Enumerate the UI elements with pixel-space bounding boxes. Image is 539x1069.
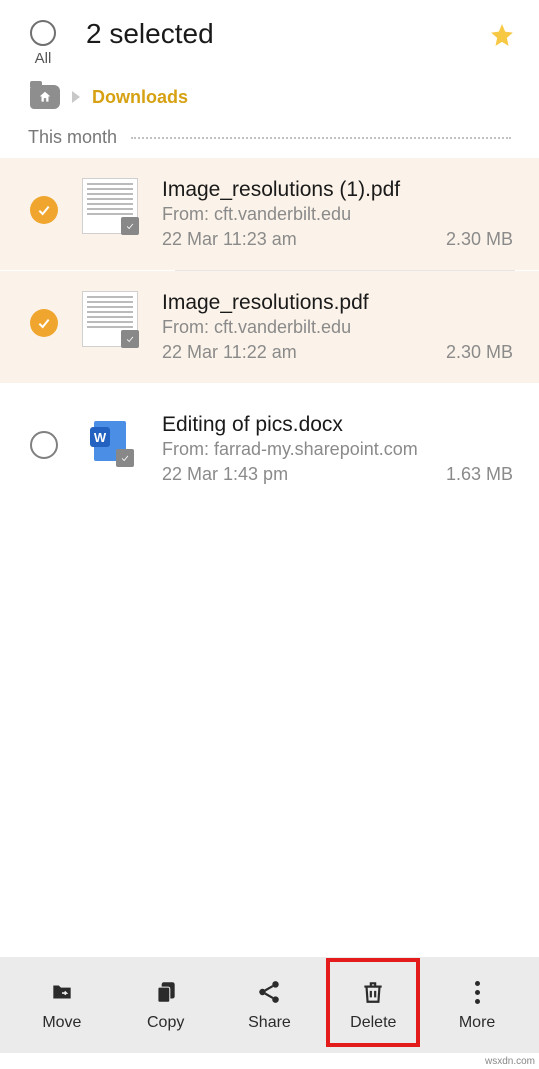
delete-button[interactable]: Delete [328,978,418,1032]
docx-thumbnail-icon: W [82,413,138,469]
copy-button[interactable]: Copy [121,978,211,1032]
file-date: 22 Mar 11:23 am [162,229,297,250]
share-icon [255,978,283,1006]
breadcrumb: Downloads [0,75,539,127]
file-name: Image_resolutions (1).pdf [162,178,513,202]
pdf-thumbnail-icon [82,291,138,347]
share-button[interactable]: Share [224,978,314,1032]
chevron-right-icon [72,91,80,103]
move-icon [48,978,76,1006]
selection-checkbox[interactable] [30,431,58,459]
bottom-action-bar: Move Copy Share Delete More [0,957,539,1053]
more-vertical-icon [463,978,491,1006]
select-all-toggle[interactable]: All [30,20,56,67]
move-button[interactable]: Move [17,978,107,1032]
file-name: Editing of pics.docx [162,413,513,437]
select-all-label: All [35,50,52,67]
file-source: From: cft.vanderbilt.edu [162,317,513,338]
favorite-star-icon[interactable] [489,22,515,48]
selection-checkbox[interactable] [30,309,58,337]
file-name: Image_resolutions.pdf [162,291,513,315]
file-size: 2.30 MB [446,342,513,363]
select-all-ring [30,20,56,46]
file-size: 2.30 MB [446,229,513,250]
file-date: 22 Mar 11:22 am [162,342,297,363]
file-row[interactable]: Image_resolutions.pdf From: cft.vanderbi… [0,271,539,383]
action-label: Move [42,1014,81,1032]
page-title: 2 selected [86,18,214,50]
action-label: More [459,1014,495,1032]
section-divider [131,137,511,139]
file-list: Image_resolutions (1).pdf From: cft.vand… [0,158,539,505]
copy-icon [152,978,180,1006]
file-row[interactable]: W Editing of pics.docx From: farrad-my.s… [0,383,539,505]
file-source: From: farrad-my.sharepoint.com [162,439,513,460]
selection-checkbox[interactable] [30,196,58,224]
file-size: 1.63 MB [446,464,513,485]
file-date: 22 Mar 1:43 pm [162,464,288,485]
file-source: From: cft.vanderbilt.edu [162,204,513,225]
section-header: This month [28,127,117,148]
action-label: Copy [147,1014,184,1032]
watermark: wsxdn.com [485,1056,535,1067]
breadcrumb-current[interactable]: Downloads [92,87,188,108]
home-folder-icon[interactable] [30,85,60,109]
trash-icon [359,978,387,1006]
action-label: Share [248,1014,291,1032]
action-label: Delete [350,1014,396,1032]
more-button[interactable]: More [432,978,522,1032]
pdf-thumbnail-icon [82,178,138,234]
file-row[interactable]: Image_resolutions (1).pdf From: cft.vand… [0,158,539,270]
